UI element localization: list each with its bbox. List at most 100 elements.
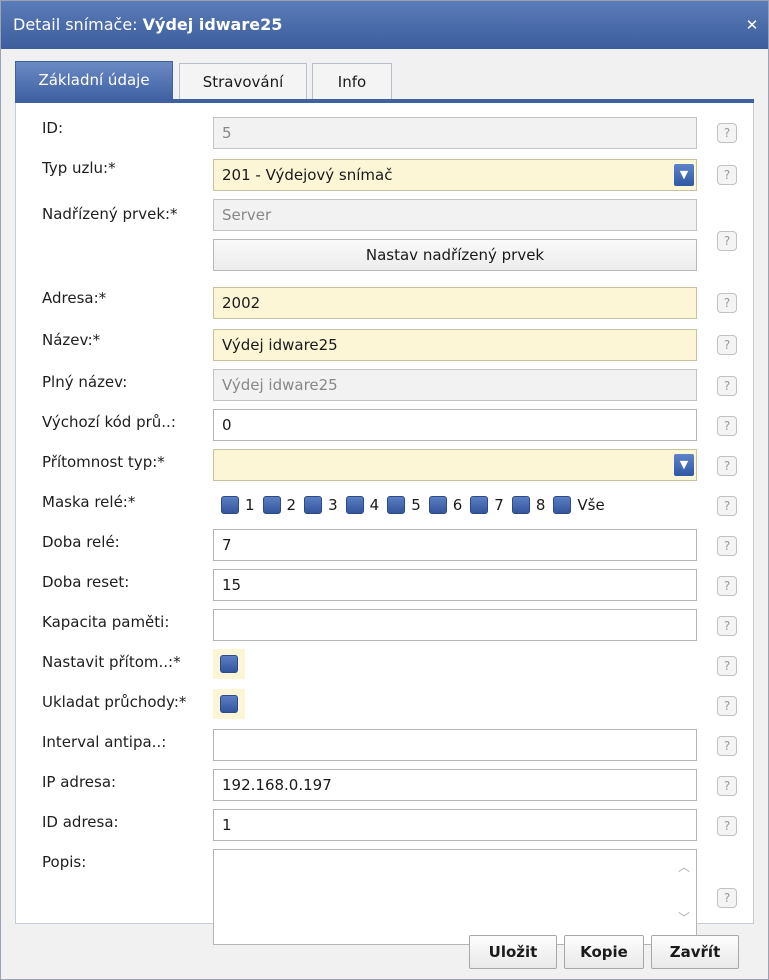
help-icon[interactable]: ? <box>717 576 737 596</box>
kapacita-input[interactable] <box>213 609 697 641</box>
ukladat-pruchody-checkbox-wrap <box>213 689 245 719</box>
nastav-nadrizeny-button[interactable]: Nastav nadřízený prvek <box>213 239 697 271</box>
checkbox[interactable] <box>345 496 364 514</box>
pritomnost-typ-label: Přítomnost typ:* <box>42 453 165 471</box>
typ-uzlu-label: Typ uzlu:* <box>42 159 116 177</box>
help-icon[interactable]: ? <box>717 776 737 796</box>
checkbox[interactable] <box>470 496 489 514</box>
help-icon[interactable]: ? <box>717 165 737 185</box>
chevron-up-icon[interactable]: ︿ <box>676 858 692 875</box>
close-icon[interactable]: ✕ <box>744 17 760 33</box>
checkbox[interactable] <box>262 496 281 514</box>
doba-rele-label: Doba relé: <box>42 533 120 551</box>
id-field: 5 <box>213 117 697 149</box>
vychozi-kod-label: Výchozí kód prů..: <box>42 413 176 431</box>
tab-bar: Základní údaje Stravování Info <box>15 61 754 103</box>
id-adresa-label: ID adresa: <box>42 813 119 831</box>
dialog-titlebar: Detail snímače: Výdej idware25 ✕ <box>1 1 768 49</box>
interval-antipa-input[interactable] <box>213 729 697 761</box>
ukladat-pruchody-checkbox[interactable] <box>220 695 238 713</box>
option-label: 2 <box>286 496 297 514</box>
maska-rele-option[interactable]: 4 <box>345 496 380 514</box>
doba-reset-input[interactable]: 15 <box>213 569 697 601</box>
option-label: Vše <box>577 496 605 514</box>
maska-rele-option[interactable]: 8 <box>511 496 546 514</box>
help-icon[interactable]: ? <box>717 536 737 556</box>
dialog-title-prefix: Detail snímače: <box>13 15 138 34</box>
maska-rele-option[interactable]: 5 <box>387 496 421 514</box>
maska-rele-option[interactable]: 3 <box>304 496 338 514</box>
nadrizeny-prvek-label: Nadřízený prvek:* <box>42 205 178 223</box>
doba-rele-input[interactable]: 7 <box>213 529 697 561</box>
option-label: 6 <box>452 496 463 514</box>
typ-uzlu-value: 201 - Výdejový snímač <box>222 166 393 184</box>
maska-rele-group: 1 2 3 4 5 6 7 8 Vše <box>221 493 613 517</box>
help-icon[interactable]: ? <box>717 335 737 355</box>
nastavit-pritom-checkbox[interactable] <box>220 655 238 673</box>
maska-rele-option[interactable]: 2 <box>262 496 297 514</box>
help-icon[interactable]: ? <box>717 293 737 313</box>
help-icon[interactable]: ? <box>717 231 737 251</box>
popis-textarea[interactable]: ︿ ﹀ <box>213 849 697 945</box>
option-label: 7 <box>494 496 504 514</box>
ip-adresa-input[interactable]: 192.168.0.197 <box>213 769 697 801</box>
help-icon[interactable]: ? <box>717 888 737 908</box>
option-label: 4 <box>369 496 380 514</box>
tab-stravovani[interactable]: Stravování <box>179 63 307 100</box>
vychozi-kod-input[interactable]: 0 <box>213 409 697 441</box>
popis-label: Popis: <box>42 853 87 871</box>
doba-reset-label: Doba reset: <box>42 573 130 591</box>
help-icon[interactable]: ? <box>717 816 737 836</box>
nastavit-pritom-checkbox-wrap <box>213 649 245 679</box>
maska-rele-option[interactable]: 7 <box>470 496 504 514</box>
maska-rele-option[interactable]: 1 <box>221 496 255 514</box>
option-label: 3 <box>328 496 338 514</box>
checkbox[interactable] <box>553 496 572 514</box>
checkbox[interactable] <box>221 496 239 514</box>
maska-rele-option-all[interactable]: Vše <box>553 496 605 514</box>
close-button[interactable]: Zavřít <box>651 935 739 969</box>
help-icon[interactable]: ? <box>717 736 737 756</box>
id-label: ID: <box>42 119 64 137</box>
maska-rele-option[interactable]: 6 <box>428 496 463 514</box>
checkbox[interactable] <box>511 496 530 514</box>
checkbox[interactable] <box>428 496 447 514</box>
detail-dialog: Detail snímače: Výdej idware25 ✕ Základn… <box>0 0 769 980</box>
chevron-down-icon[interactable]: ﹀ <box>676 909 692 926</box>
chevron-down-icon[interactable]: ▼ <box>674 164 694 186</box>
copy-button[interactable]: Kopie <box>564 935 644 969</box>
help-icon[interactable]: ? <box>717 656 737 676</box>
option-label: 8 <box>535 496 546 514</box>
plny-nazev-label: Plný název: <box>42 373 128 391</box>
plny-nazev-field: Výdej idware25 <box>213 369 697 401</box>
tab-zakladni-udaje[interactable]: Základní údaje <box>15 61 173 100</box>
typ-uzlu-select[interactable]: 201 - Výdejový snímač ▼ <box>213 159 697 191</box>
ukladat-pruchody-label: Ukladat průchody:* <box>42 693 187 711</box>
maska-rele-label: Maska relé:* <box>42 493 136 511</box>
save-button[interactable]: Uložit <box>469 935 557 969</box>
dialog-title: Detail snímače: Výdej idware25 <box>13 15 282 34</box>
help-icon[interactable]: ? <box>717 376 737 396</box>
nastavit-pritom-label: Nastavit přítom..:* <box>42 653 181 671</box>
tab-info[interactable]: Info <box>312 63 392 100</box>
chevron-down-icon[interactable]: ▼ <box>674 454 694 476</box>
help-icon[interactable]: ? <box>717 416 737 436</box>
help-icon[interactable]: ? <box>717 456 737 476</box>
help-icon[interactable]: ? <box>717 616 737 636</box>
textarea-scrollbar[interactable]: ︿ ﹀ <box>676 858 692 938</box>
ip-adresa-label: IP adresa: <box>42 773 117 791</box>
adresa-label: Adresa:* <box>42 289 107 307</box>
help-icon[interactable]: ? <box>717 496 737 516</box>
checkbox[interactable] <box>304 496 323 514</box>
form-panel: ID: 5 ? Typ uzlu:* 201 - Výdejový snímač… <box>15 103 754 945</box>
checkbox[interactable] <box>387 496 406 514</box>
dialog-title-name: Výdej idware25 <box>142 15 283 34</box>
adresa-input[interactable]: 2002 <box>213 287 697 319</box>
nadrizeny-prvek-field: Server <box>213 199 697 231</box>
option-label: 5 <box>411 496 421 514</box>
id-adresa-input[interactable]: 1 <box>213 809 697 841</box>
help-icon[interactable]: ? <box>717 696 737 716</box>
help-icon[interactable]: ? <box>717 123 737 143</box>
pritomnost-typ-select[interactable]: ▼ <box>213 449 697 481</box>
nazev-input[interactable]: Výdej idware25 <box>213 329 697 361</box>
